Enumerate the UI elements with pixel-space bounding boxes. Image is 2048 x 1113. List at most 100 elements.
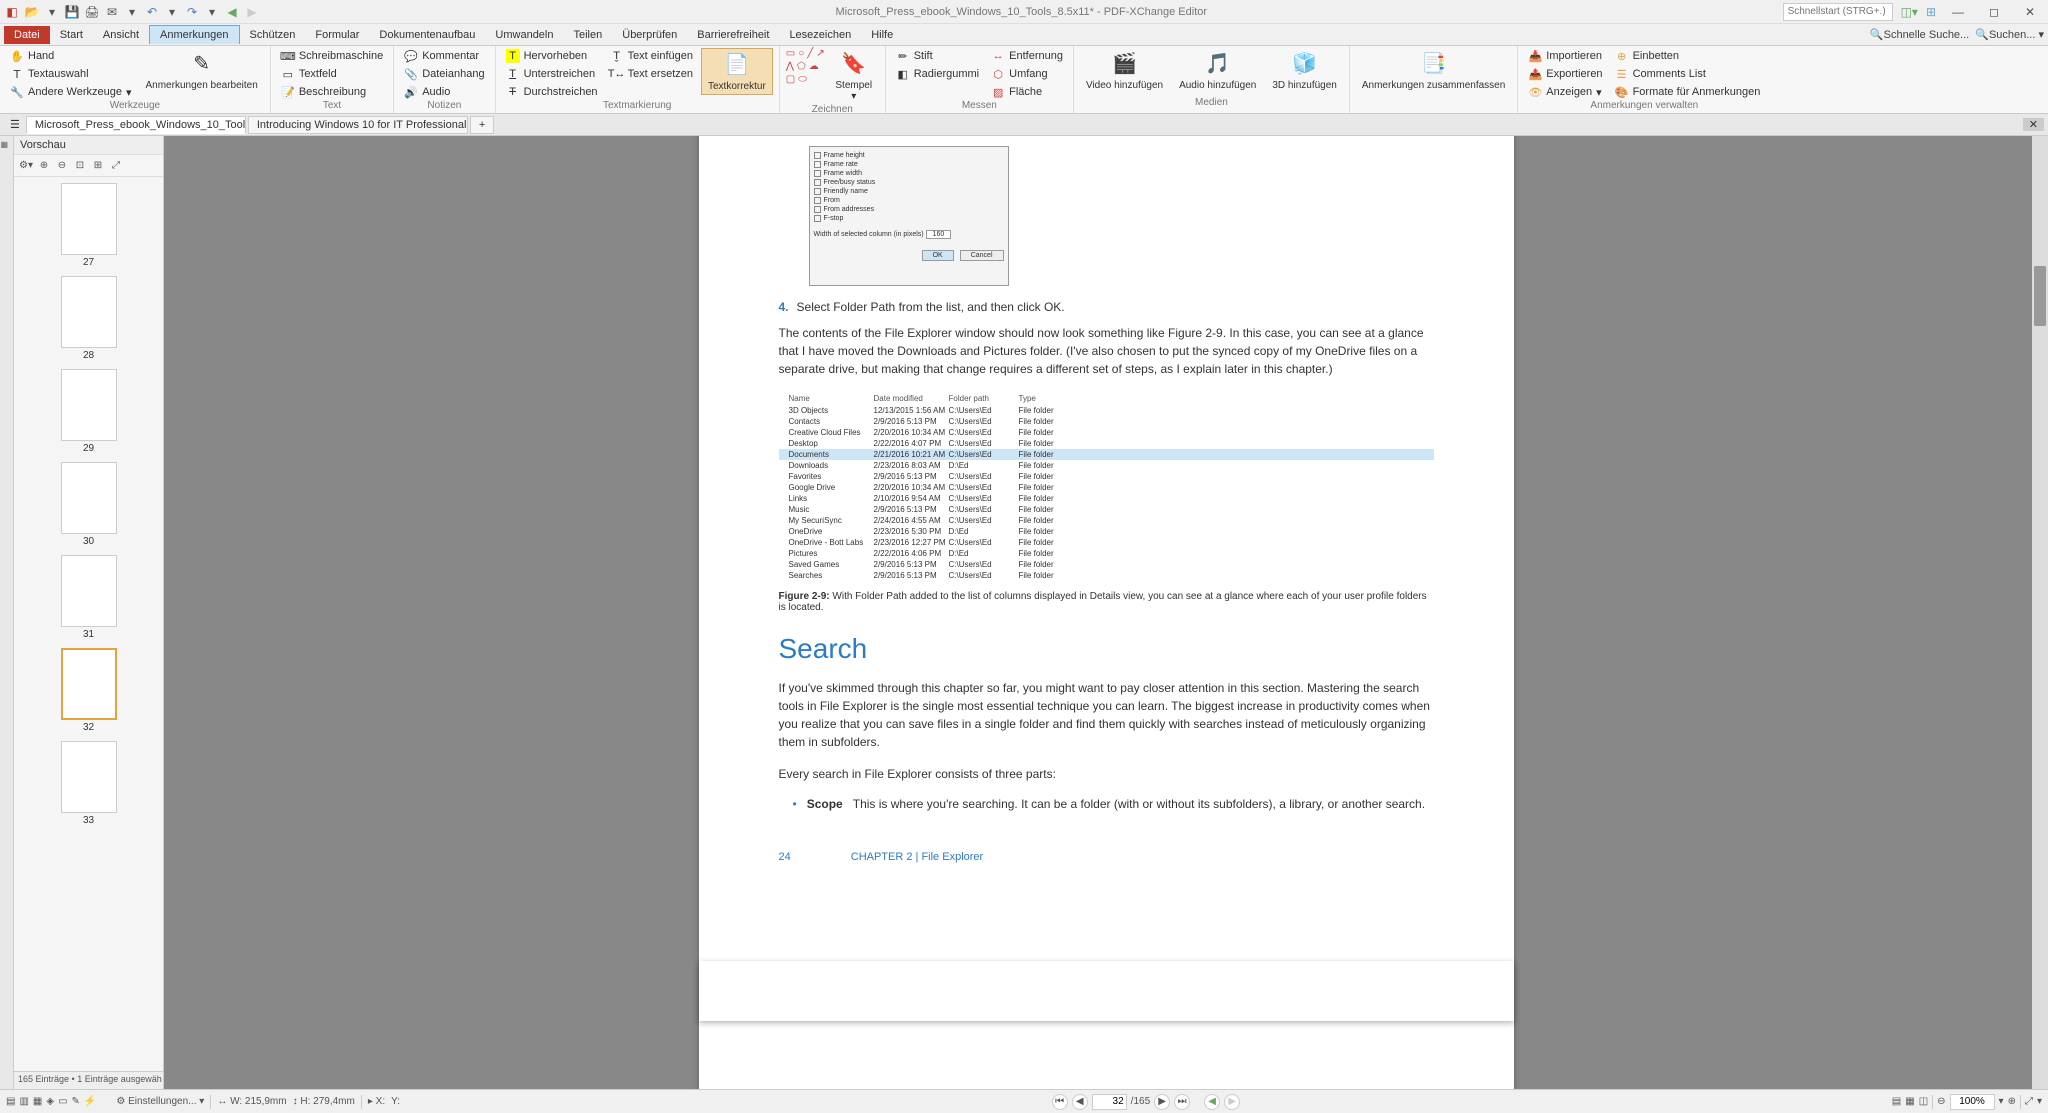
sb-icon[interactable]: ▤ (6, 1096, 15, 1107)
sb-icon[interactable]: ✎ (72, 1096, 80, 1107)
zoom-in-button[interactable]: ⊕ (2008, 1096, 2016, 1107)
sb-icon[interactable]: ⚡ (84, 1096, 96, 1107)
tab-start[interactable]: Start (50, 26, 93, 44)
importieren-tool[interactable]: 📥Importieren (1524, 48, 1606, 64)
search-link[interactable]: 🔍Suchen... ▾ (1975, 28, 2044, 41)
anmerkungen-bearbeiten[interactable]: ✎Anmerkungen bearbeiten (140, 48, 264, 93)
dateianhang-tool[interactable]: 📎Dateianhang (400, 66, 488, 82)
tool-icon[interactable]: ⊡ (72, 158, 88, 174)
minimize-button[interactable]: — (1944, 3, 1972, 21)
zusammenfassen-tool[interactable]: 📑Anmerkungen zusammenfassen (1356, 48, 1511, 93)
zoom-out-button[interactable]: ⊖ (1937, 1096, 1945, 1107)
maximize-button[interactable]: ◻ (1980, 3, 2008, 21)
hand-tool[interactable]: ✋Hand (6, 48, 136, 64)
andere-werkzeuge[interactable]: 🔧Andere Werkzeuge ▾ (6, 84, 136, 100)
dropdown-icon[interactable]: ▾ (164, 4, 180, 20)
dropdown-icon[interactable]: ▾ (44, 4, 60, 20)
tab-hilfe[interactable]: Hilfe (861, 26, 903, 44)
thumbnail-list[interactable]: 27282930313233 (14, 177, 163, 1071)
unterstreichen-tool[interactable]: TUnterstreichen (502, 66, 602, 82)
vtab-thumbnails-icon[interactable]: ▦ (1, 140, 13, 154)
durchstreichen-tool[interactable]: TDurchstreichen (502, 84, 602, 100)
textauswahl-tool[interactable]: ＴTextauswahl (6, 66, 136, 82)
einbetten-tool[interactable]: ⊕Einbetten (1611, 48, 1765, 64)
entfernung-tool[interactable]: ↔Entfernung (987, 48, 1067, 64)
doctab-1[interactable]: Microsoft_Press_ebook_Windows_10_Tools_8… (26, 116, 246, 134)
page-input[interactable] (1092, 1094, 1127, 1110)
nav-back-icon[interactable]: ◀ (224, 4, 240, 20)
textkorrektur-tool[interactable]: 📄Textkorrektur (701, 48, 773, 95)
open-icon[interactable]: 📂 (24, 4, 40, 20)
zoom-out-icon[interactable]: ⊖ (54, 158, 70, 174)
doctab-2[interactable]: Introducing Windows 10 for IT Profession… (248, 116, 468, 134)
thumbnail-32[interactable]: 32 (61, 648, 117, 733)
shape-oval-icon[interactable]: ⬭ (798, 74, 807, 85)
tab-lesezeichen[interactable]: Lesezeichen (779, 26, 861, 44)
view-icon[interactable]: ◫ (1919, 1096, 1928, 1107)
video-tool[interactable]: 🎬Video hinzufügen (1080, 48, 1169, 93)
sb-icon[interactable]: ▭ (58, 1096, 67, 1107)
anzeigen-tool[interactable]: 👁Anzeigen ▾ (1524, 84, 1606, 100)
radiergummi-tool[interactable]: ◧Radiergummi (892, 66, 983, 82)
tab-anmerkungen[interactable]: Anmerkungen (149, 25, 240, 44)
shape-cloud-icon[interactable]: ☁ (809, 61, 819, 72)
shape-rect-icon[interactable]: ▭ (786, 48, 795, 59)
audio-tool[interactable]: 🔊Audio (400, 84, 488, 100)
layout-icon[interactable]: ▾ (2037, 1096, 2042, 1107)
shape-line-icon[interactable]: ╱ (807, 48, 813, 59)
view-icon[interactable]: ▤ (1892, 1096, 1901, 1107)
first-page-button[interactable]: ⏮ (1052, 1094, 1068, 1110)
tab-formular[interactable]: Formular (305, 26, 369, 44)
tool-icon[interactable]: ⊞ (90, 158, 106, 174)
thumbnail-27[interactable]: 27 (61, 183, 117, 268)
beschreibung-tool[interactable]: 📝Beschreibung (277, 84, 387, 100)
mail-icon[interactable]: ✉ (104, 4, 120, 20)
tab-datei[interactable]: Datei (4, 26, 50, 44)
textersetzen-tool[interactable]: T↔Text ersetzen (606, 66, 697, 82)
page-viewer[interactable]: Frame heightFrame rateFrame widthFree/bu… (164, 136, 2048, 1089)
umfang-tool[interactable]: ⬡Umfang (987, 66, 1067, 82)
tab-ansicht[interactable]: Ansicht (93, 26, 149, 44)
tab-teilen[interactable]: Teilen (564, 26, 613, 44)
shape-circle-icon[interactable]: ○ (798, 48, 804, 59)
nav-fwd-button[interactable]: ▶ (1224, 1094, 1240, 1110)
last-page-button[interactable]: ⏭ (1174, 1094, 1190, 1110)
sb-icon[interactable]: ▥ (19, 1096, 28, 1107)
thumbnail-28[interactable]: 28 (61, 276, 117, 361)
stift-tool[interactable]: ✏Stift (892, 48, 983, 64)
tab-barrierefreiheit[interactable]: Barrierefreiheit (687, 26, 779, 44)
layout-icon[interactable]: ⊞ (1926, 5, 1936, 19)
undo-icon[interactable]: ↶ (144, 4, 160, 20)
thumbnail-30[interactable]: 30 (61, 462, 117, 547)
textfeld-tool[interactable]: ▭Textfeld (277, 66, 387, 82)
nav-fwd-icon[interactable]: ▶ (244, 4, 260, 20)
print-icon[interactable]: 🖨 (84, 4, 100, 20)
dropdown-icon[interactable]: ▾ (204, 4, 220, 20)
zoom-input[interactable] (1950, 1094, 1995, 1110)
zoom-in-icon[interactable]: ⊕ (36, 158, 52, 174)
add-tab-button[interactable]: + (470, 116, 494, 134)
tab-menu-icon[interactable]: ☰ (4, 118, 26, 131)
3d-tool[interactable]: 🧊3D hinzufügen (1266, 48, 1343, 93)
audio-media-tool[interactable]: 🎵Audio hinzufügen (1173, 48, 1262, 93)
thumbnail-29[interactable]: 29 (61, 369, 117, 454)
dropdown-icon[interactable]: ▾ (124, 4, 140, 20)
viewer-scrollbar[interactable] (2032, 136, 2048, 1089)
shape-arrow-icon[interactable]: ↗ (816, 48, 824, 59)
tab-schutzen[interactable]: Schützen (240, 26, 306, 44)
close-tabs-icon[interactable]: ✕ (2023, 118, 2044, 131)
kommentar-tool[interactable]: 💬Kommentar (400, 48, 488, 64)
scrollbar-thumb[interactable] (2034, 266, 2046, 326)
thumbnail-31[interactable]: 31 (61, 555, 117, 640)
redo-icon[interactable]: ↷ (184, 4, 200, 20)
comments-list-tool[interactable]: ☰Comments List (1611, 66, 1765, 82)
formate-tool[interactable]: 🎨Formate für Anmerkungen (1611, 84, 1765, 100)
stempel-tool[interactable]: 🔖Stempel ▾ (829, 48, 879, 104)
sb-icon[interactable]: ◈ (46, 1096, 54, 1107)
tab-umwandeln[interactable]: Umwandeln (485, 26, 563, 44)
exportieren-tool[interactable]: 📤Exportieren (1524, 66, 1606, 82)
next-page-button[interactable]: ▶ (1154, 1094, 1170, 1110)
close-button[interactable]: ✕ (2016, 3, 2044, 21)
ui-options-icon[interactable]: ◫▾ (1901, 5, 1918, 19)
tool-icon[interactable]: ⤢ (108, 158, 124, 174)
